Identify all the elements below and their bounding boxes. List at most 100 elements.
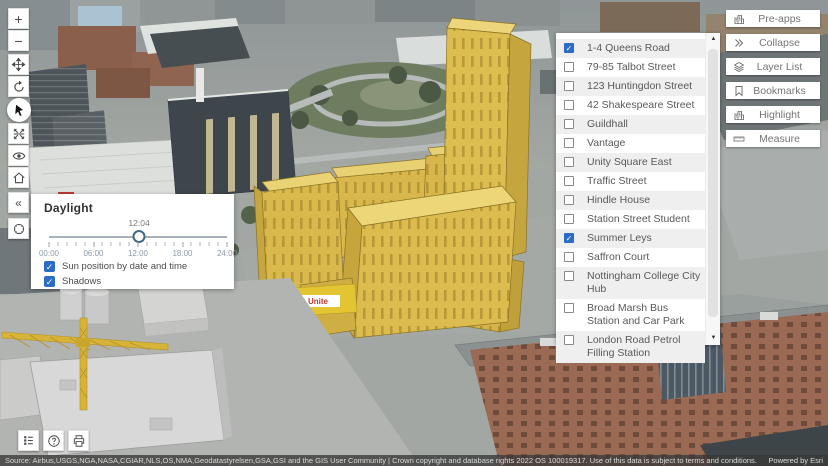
layer-item-checkbox[interactable]: ✓ [564, 233, 574, 243]
action-button-layer-list[interactable]: Layer List [726, 58, 820, 75]
daylight-option[interactable]: ✓Shadows [44, 276, 224, 287]
layer-item-checkbox[interactable] [564, 271, 574, 281]
layer-list-item[interactable]: Saffron Court [556, 248, 705, 267]
action-button-highlight[interactable]: Highlight [726, 106, 820, 123]
layer-item-label: 1-4 Queens Road [587, 42, 701, 55]
rotate-icon [12, 80, 26, 94]
help-button[interactable] [43, 430, 64, 451]
layer-item-checkbox[interactable] [564, 303, 574, 313]
layer-list-item[interactable]: 79-85 Talbot Street [556, 58, 705, 77]
layer-item-label: Hindle House [587, 194, 701, 207]
scroll-up-icon[interactable]: ▲ [706, 33, 721, 46]
scrollbar-thumb[interactable] [708, 49, 718, 317]
layer-list-item[interactable]: Vantage [556, 134, 705, 153]
legend-icon [22, 434, 35, 447]
slider-tick [75, 242, 76, 246]
layer-item-label: Traffic Street [587, 175, 701, 188]
action-button-label: Layer List [745, 61, 820, 73]
layer-list-item[interactable]: Broad Marsh Bus Station and Car Park [556, 299, 705, 331]
slider-tick [49, 242, 50, 247]
fixed-extent-button[interactable] [8, 123, 29, 144]
layer-item-label: Saffron Court [587, 251, 701, 264]
layer-item-checkbox[interactable] [564, 81, 574, 91]
slider-tick-label: 12:00 [128, 249, 148, 258]
action-button-measure[interactable]: Measure [726, 130, 820, 147]
slider-tick-label: 06:00 [83, 249, 103, 258]
zoom-out-button[interactable]: − [8, 30, 29, 51]
slider-tick [191, 242, 192, 246]
layer-item-checkbox[interactable] [564, 157, 574, 167]
rotate-button[interactable] [8, 76, 29, 97]
layer-item-checkbox[interactable] [564, 252, 574, 262]
time-slider-labels: 00:0006:0012:0018:0024:00 [49, 249, 227, 258]
zoom-in-button[interactable]: + [8, 8, 29, 29]
action-button-stack: Pre-apps Collapse Layer List Bookmarks H… [726, 10, 820, 154]
slider-tick [66, 242, 67, 246]
layer-list-item[interactable]: ✓Summer Leys [556, 229, 705, 248]
slider-tick [164, 242, 165, 246]
time-slider-tooltip: 12:04 [128, 218, 149, 228]
ruler-icon [732, 132, 745, 145]
layer-item-checkbox[interactable] [564, 138, 574, 148]
navigation-cursor-button[interactable] [7, 98, 31, 122]
action-button-bookmarks[interactable]: Bookmarks [726, 82, 820, 99]
layer-item-checkbox[interactable] [564, 195, 574, 205]
layers-icon [732, 60, 745, 73]
layer-item-checkbox[interactable] [564, 176, 574, 186]
layer-list-item[interactable]: ✓ 1-4 Queens Road [556, 39, 705, 58]
map-toolbar: + − [8, 8, 29, 189]
collapse-widget-button[interactable]: « [8, 192, 29, 213]
double-chevron-left-icon: « [15, 196, 22, 210]
layer-list-scrollbar[interactable]: ▲ ▼ [705, 33, 720, 345]
layer-list-item[interactable]: Hindle House [556, 191, 705, 210]
home-icon [12, 171, 26, 185]
layer-list-items: ✓ 1-4 Queens Road 79-85 Talbot Street 123 H… [556, 39, 705, 363]
layer-item-label: 79-85 Talbot Street [587, 61, 701, 74]
layer-item-label: Guildhall [587, 118, 701, 131]
daylight-option-checkbox[interactable]: ✓ [44, 261, 55, 272]
legend-button[interactable] [18, 430, 39, 451]
layer-list-item[interactable]: Unity Square East [556, 153, 705, 172]
layer-list-item[interactable]: London Road Petrol Filling Station [556, 331, 705, 363]
layer-item-label: Station Street Student [587, 213, 701, 226]
layer-item-label: Nottingham College City Hub [587, 270, 701, 296]
pan-icon [11, 57, 26, 72]
layer-item-checkbox[interactable] [564, 335, 574, 345]
daylight-option[interactable]: ✓Sun position by date and time [44, 261, 224, 272]
action-button-label: Highlight [745, 109, 820, 121]
layer-item-checkbox[interactable] [564, 119, 574, 129]
layer-list-item[interactable]: Station Street Student [556, 210, 705, 229]
attribution-source: Source: Airbus,USGS,NGA,NASA,CGIAR,NLS,O… [5, 456, 757, 465]
layer-list-item[interactable]: 123 Huntingdon Street [556, 77, 705, 96]
action-button-collapse[interactable]: Collapse [726, 34, 820, 51]
powered-by-esri[interactable]: Powered by Esri [758, 456, 823, 465]
widget-controller: « [8, 192, 29, 244]
layer-list-item[interactable]: 42 Shakespeare Street [556, 96, 705, 115]
action-button-label: Bookmarks [745, 85, 820, 97]
layer-item-checkbox[interactable]: ✓ [564, 43, 574, 53]
visibility-button[interactable] [8, 145, 29, 166]
layer-item-checkbox[interactable] [564, 214, 574, 224]
home-button[interactable] [8, 167, 29, 188]
layer-list-item[interactable]: Traffic Street [556, 172, 705, 191]
scroll-down-icon[interactable]: ▼ [706, 332, 721, 345]
slider-tick [173, 242, 174, 246]
app-window: Unite [0, 0, 828, 466]
slider-tick [138, 242, 139, 247]
layer-item-checkbox[interactable] [564, 100, 574, 110]
daylight-option-checkbox[interactable]: ✓ [44, 276, 55, 287]
layer-list-item[interactable]: Nottingham College City Hub [556, 267, 705, 299]
action-button-pre-apps[interactable]: Pre-apps [726, 10, 820, 27]
pan-button[interactable] [8, 54, 29, 75]
layer-item-checkbox[interactable] [564, 62, 574, 72]
minus-icon: − [14, 33, 22, 49]
layer-list-item[interactable]: Guildhall [556, 115, 705, 134]
daylight-widget-button[interactable] [8, 218, 29, 239]
slider-tick [209, 242, 210, 246]
buildings-icon [732, 12, 745, 25]
buildings-icon [732, 108, 745, 121]
layer-item-label: 123 Huntingdon Street [587, 80, 701, 93]
slider-tick [182, 242, 183, 247]
print-button[interactable] [68, 430, 89, 451]
action-button-label: Measure [745, 133, 820, 145]
